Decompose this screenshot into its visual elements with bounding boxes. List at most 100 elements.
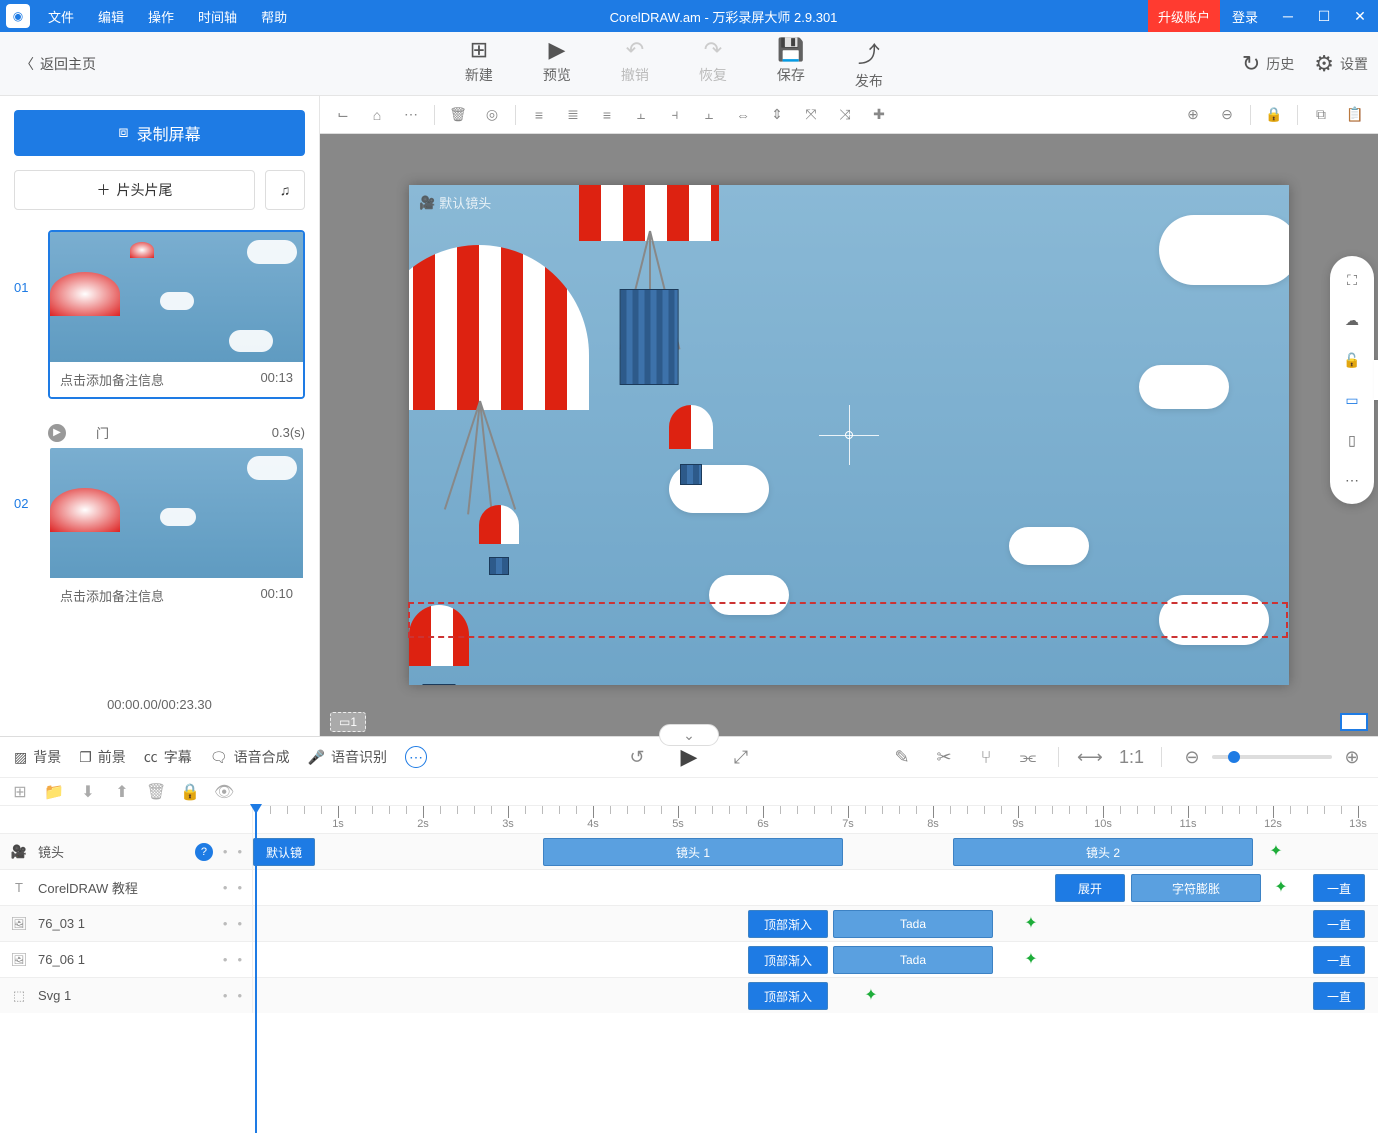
back-button[interactable]: 〈 返回主页	[10, 48, 106, 80]
clip[interactable]: 镜头 2	[953, 838, 1253, 866]
align-left-icon[interactable]: ≡	[524, 100, 554, 130]
zoom-out-button[interactable]: ⊖	[1180, 747, 1204, 768]
copy-icon[interactable]: ⧉	[1306, 100, 1336, 130]
track-menu-icon[interactable]: •	[237, 880, 242, 895]
titles-button[interactable]: ＋片头片尾	[14, 170, 255, 210]
maximize-button[interactable]: ☐	[1306, 0, 1342, 32]
tab-background[interactable]: ▨背景	[14, 747, 61, 767]
dock-screen-icon[interactable]: ▭	[1338, 386, 1366, 414]
upload-icon[interactable]: ⬆	[112, 782, 132, 802]
edit-icon[interactable]: ✎	[890, 747, 914, 768]
flip-h-icon[interactable]: ⤧	[796, 100, 826, 130]
info-icon[interactable]: ?	[195, 843, 213, 861]
clip[interactable]: 一直	[1313, 982, 1365, 1010]
more-icon[interactable]: ⋯	[396, 100, 426, 130]
tab-asr[interactable]: 🎤语音识别	[308, 747, 387, 767]
track-label[interactable]: TCorelDRAW 教程••	[0, 870, 253, 905]
align-center-icon[interactable]: ≣	[558, 100, 588, 130]
tab-foreground[interactable]: ❐前景	[79, 747, 126, 767]
menu-timeline[interactable]: 时间轴	[186, 0, 249, 32]
scene-note[interactable]: 点击添加备注信息	[60, 370, 164, 389]
dock-collapse-icon[interactable]: ‹	[1374, 360, 1378, 400]
scene-item[interactable]: 01 点击添加备注信息00:13	[14, 230, 305, 399]
clip[interactable]: 一直	[1313, 946, 1365, 974]
undo-button[interactable]: ↶撤销	[611, 37, 659, 91]
paste-icon[interactable]: 📋	[1340, 100, 1370, 130]
track-label[interactable]: 🖼76_03 1••	[0, 906, 253, 941]
add-keyframe-icon[interactable]: ✦	[1273, 880, 1289, 896]
tab-subtitle[interactable]: ㏄字幕	[144, 747, 192, 767]
clip[interactable]: Tada	[833, 946, 993, 974]
record-screen-button[interactable]: ⧈ 录制屏幕	[14, 110, 305, 156]
track-label[interactable]: 🖼76_06 1••	[0, 942, 253, 977]
preview-button[interactable]: ▶预览	[533, 37, 581, 91]
redo-button[interactable]: ↷恢复	[689, 37, 737, 91]
save-button[interactable]: 💾保存	[767, 37, 815, 91]
track-lane[interactable]: 顶部渐入Tada一直✦	[253, 942, 1378, 977]
zoom-slider[interactable]	[1212, 755, 1332, 759]
menu-edit[interactable]: 编辑	[86, 0, 136, 32]
download-icon[interactable]: ⬇	[78, 782, 98, 802]
add-track-icon[interactable]: ⊞	[10, 782, 30, 802]
link-icon[interactable]: ⫘	[1016, 747, 1040, 768]
track-menu-icon[interactable]: •	[223, 952, 228, 967]
clip[interactable]: 一直	[1313, 874, 1365, 902]
delete-icon[interactable]: 🗑	[146, 782, 166, 802]
upgrade-button[interactable]: 升级账户	[1148, 0, 1220, 32]
dock-fullscreen-icon[interactable]: ⛶	[1338, 266, 1366, 294]
play-transition-icon[interactable]: ▶	[48, 424, 66, 442]
music-button[interactable]: ♫	[265, 170, 305, 210]
track-menu-icon[interactable]: •	[237, 988, 242, 1003]
flip-v-icon[interactable]: ⤨	[830, 100, 860, 130]
close-button[interactable]: ✕	[1342, 0, 1378, 32]
clip[interactable]: 顶部渐入	[748, 982, 828, 1010]
add-keyframe-icon[interactable]: ✦	[863, 988, 879, 1004]
minimize-button[interactable]: ─	[1270, 0, 1306, 32]
track-menu-icon[interactable]: •	[223, 880, 228, 895]
transition-row[interactable]: ▶ 门 0.3(s)	[14, 419, 305, 446]
align-bottom-icon[interactable]: ⫠	[694, 100, 724, 130]
add-keyframe-icon[interactable]: ✦	[1023, 952, 1039, 968]
expand-icon[interactable]: ⤢	[729, 747, 753, 768]
align-right-icon[interactable]: ≡	[592, 100, 622, 130]
track-menu-icon[interactable]: •	[223, 916, 228, 931]
more-tabs-button[interactable]: ⋯	[405, 746, 427, 768]
publish-button[interactable]: ⤴发布	[845, 37, 893, 91]
scene-note[interactable]: 点击添加备注信息	[60, 586, 164, 605]
rewind-icon[interactable]: ↺	[625, 747, 649, 768]
align-top-icon[interactable]: ⫠	[626, 100, 656, 130]
track-lane[interactable]: 顶部渐入Tada一直✦	[253, 906, 1378, 941]
canvas-stage[interactable]: 🎥默认镜头	[320, 134, 1378, 736]
tab-tts[interactable]: 🗨语音合成	[210, 747, 290, 767]
folder-icon[interactable]: 📁	[44, 782, 64, 802]
zoom-out-icon[interactable]: ⊖	[1212, 100, 1242, 130]
track-lane[interactable]: 默认镜镜头 1镜头 2✦	[253, 834, 1378, 869]
collapse-timeline-button[interactable]: ⌄	[659, 724, 719, 746]
home-icon[interactable]: ⌂	[362, 100, 392, 130]
scene-card[interactable]: 点击添加备注信息00:10	[48, 446, 305, 615]
visibility-icon[interactable]: 👁	[214, 782, 234, 802]
lock-track-icon[interactable]: 🔒	[180, 782, 200, 802]
zoom-in-button[interactable]: ⊕	[1340, 747, 1364, 768]
playhead[interactable]	[255, 806, 257, 1133]
target-icon[interactable]: ◎	[477, 100, 507, 130]
track-label[interactable]: 🎥镜头?••	[0, 834, 253, 869]
center-icon[interactable]: ✚	[864, 100, 894, 130]
filter-icon[interactable]: ⑂	[974, 747, 998, 768]
add-keyframe-icon[interactable]: ✦	[1268, 844, 1284, 860]
clip[interactable]: 一直	[1313, 910, 1365, 938]
track-menu-icon[interactable]: •	[223, 988, 228, 1003]
ruler-icon[interactable]: ⌙	[328, 100, 358, 130]
history-button[interactable]: ↻历史	[1242, 51, 1294, 77]
trash-icon[interactable]: 🗑	[443, 100, 473, 130]
dock-cloud-icon[interactable]: ☁	[1338, 306, 1366, 334]
track-lane[interactable]: 顶部渐入 一直 ✦	[253, 978, 1378, 1013]
distribute-h-icon[interactable]: ⇔	[728, 100, 758, 130]
login-button[interactable]: 登录	[1220, 0, 1270, 32]
timeline-ruler[interactable]: 1s2s3s4s5s6s7s8s9s10s11s12s13s	[253, 806, 1378, 833]
distribute-v-icon[interactable]: ⇕	[762, 100, 792, 130]
actual-size-icon[interactable]: 1:1	[1119, 747, 1143, 768]
clip[interactable]: 字符膨胀	[1131, 874, 1261, 902]
add-keyframe-icon[interactable]: ✦	[1023, 916, 1039, 932]
lock-icon[interactable]: 🔒	[1259, 100, 1289, 130]
